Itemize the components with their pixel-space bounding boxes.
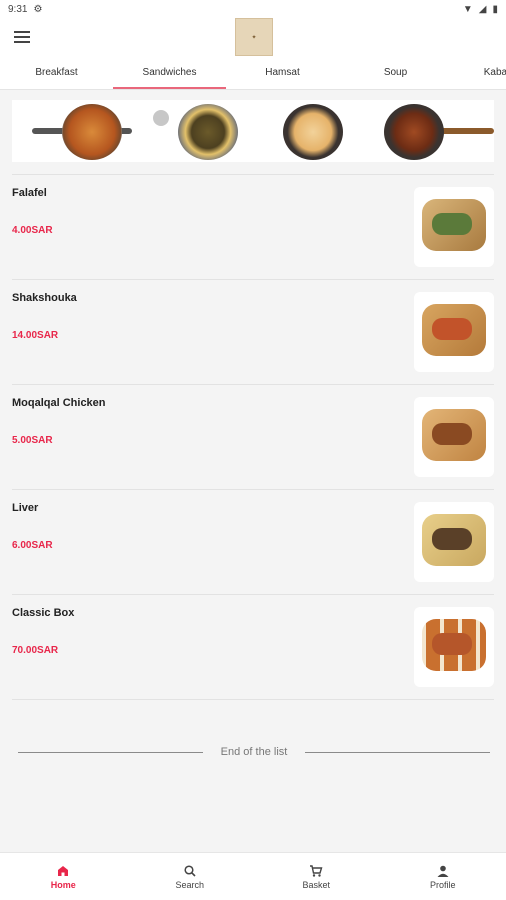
nav-label: Basket [302, 879, 330, 890]
category-tabs: Breakfast Sandwiches Hamsat Soup Kabab &… [0, 58, 506, 90]
item-name: Moqalqal Chicken [12, 397, 106, 409]
nav-search[interactable]: Search [127, 853, 254, 900]
menu-icon[interactable] [14, 31, 30, 43]
tab-breakfast[interactable]: Breakfast [0, 58, 113, 89]
item-image[interactable] [414, 397, 494, 477]
app-bar: ✦ [0, 18, 506, 58]
food-banner-image [12, 100, 494, 162]
item-price: 70.00SAR [12, 645, 59, 656]
tab-hamsat[interactable]: Hamsat [226, 58, 339, 89]
list-item[interactable]: Moqalqal Chicken 5.00SAR [12, 384, 494, 489]
item-name: Liver [12, 502, 39, 514]
list-item[interactable]: Falafel 4.00SAR [12, 174, 494, 279]
bottom-navigation: Home Search Basket Profile [0, 852, 506, 900]
item-image[interactable] [414, 292, 494, 372]
banner-dish-bread [253, 100, 374, 162]
item-price: 5.00SAR [12, 435, 53, 446]
battery-icon: ▮ [492, 3, 498, 15]
item-price: 4.00SAR [12, 225, 53, 236]
item-image[interactable] [414, 502, 494, 582]
item-name: Shakshouka [12, 292, 77, 304]
gear-icon: ⚙ [33, 3, 43, 15]
end-of-list-text: End of the list [220, 746, 288, 758]
banner-dish-stew [12, 100, 133, 162]
nav-home[interactable]: Home [0, 853, 127, 900]
item-image[interactable] [414, 607, 494, 687]
status-bar: 9:31 ⚙ ▼ ◢ ▮ [0, 0, 506, 18]
item-name: Falafel [12, 187, 47, 199]
wifi-icon: ▼ [462, 3, 473, 15]
banner-dish-falafel [133, 100, 254, 162]
nav-label: Profile [429, 879, 456, 890]
tab-sandwiches[interactable]: Sandwiches [113, 58, 226, 89]
nav-label: Search [175, 879, 205, 890]
list-item[interactable]: Shakshouka 14.00SAR [12, 279, 494, 384]
restaurant-logo: ✦ [235, 18, 273, 56]
cart-icon [310, 864, 323, 877]
nav-profile[interactable]: Profile [380, 853, 506, 900]
nav-basket[interactable]: Basket [253, 853, 380, 900]
tab-kabab[interactable]: Kabab & M [452, 58, 506, 89]
item-price: 6.00SAR [12, 540, 53, 551]
tab-soup[interactable]: Soup [339, 58, 452, 89]
end-of-list: End of the list [18, 745, 490, 759]
list-item[interactable]: Liver 6.00SAR [12, 489, 494, 594]
profile-icon [437, 865, 449, 877]
status-time: 9:31 [8, 3, 28, 15]
divider [305, 751, 490, 753]
item-price: 14.00SAR [12, 330, 59, 341]
list-item[interactable]: Classic Box 70.00SAR [12, 594, 494, 699]
menu-list: Falafel 4.00SAR Shakshouka 14.00SAR Moqa… [0, 174, 506, 700]
item-image[interactable] [414, 187, 494, 267]
divider [18, 751, 203, 753]
search-icon [184, 864, 196, 877]
banner-dish-kabab [374, 100, 495, 162]
item-name: Classic Box [12, 607, 75, 619]
home-icon [58, 865, 69, 876]
nav-label: Home [50, 879, 76, 890]
signal-icon: ◢ [478, 3, 487, 15]
